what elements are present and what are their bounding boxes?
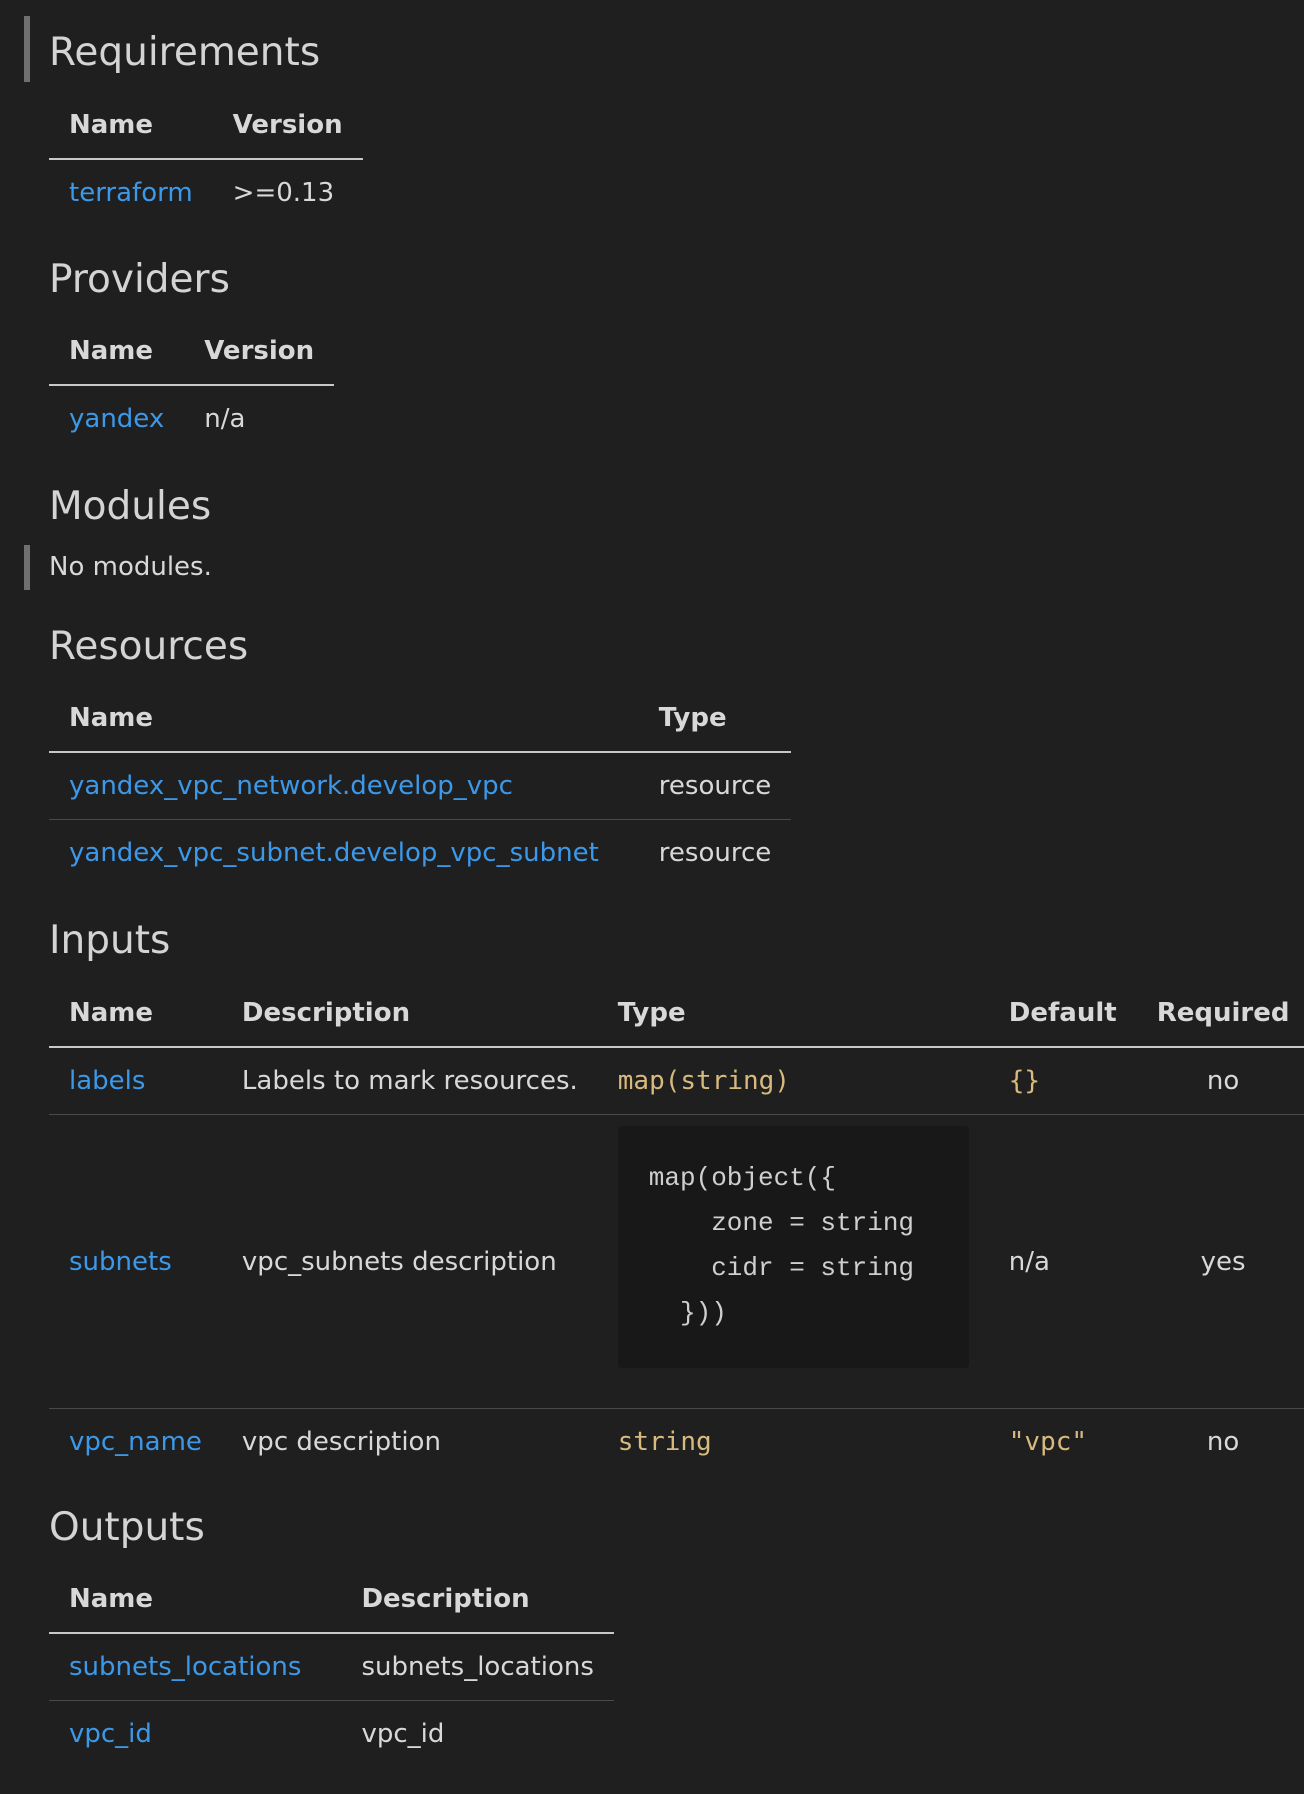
provider-version: n/a — [204, 404, 246, 434]
input-type: map(string) — [617, 1066, 790, 1096]
requirement-name-link[interactable]: terraform — [69, 178, 193, 208]
provider-name-link[interactable]: yandex — [69, 404, 164, 434]
output-name-link[interactable]: vpc_id — [69, 1719, 152, 1749]
table-row: terraform >=0.13 — [49, 159, 363, 226]
input-description: vpc description — [221, 1408, 598, 1475]
column-header-name: Name — [49, 980, 222, 1048]
input-required: yes — [1136, 1114, 1304, 1409]
outputs-heading: Outputs — [49, 1505, 205, 1550]
column-header-name: Name — [49, 318, 185, 386]
inputs-heading: Inputs — [49, 918, 171, 963]
requirements-heading: Requirements — [49, 30, 321, 75]
column-header-description: Description — [221, 980, 598, 1048]
resource-type: resource — [638, 819, 792, 886]
resource-type: resource — [658, 771, 772, 801]
column-header-type: Type — [638, 685, 792, 753]
requirements-heading-bar — [24, 16, 30, 82]
input-type: string — [617, 1427, 712, 1457]
column-header-version: Version — [212, 92, 363, 160]
inputs-table: Name Description Type Default Required l… — [49, 980, 1304, 1475]
input-required: no — [1206, 1066, 1240, 1096]
input-name-link[interactable]: vpc_name — [69, 1427, 202, 1457]
output-description: subnets_locations — [361, 1652, 594, 1682]
table-row: yandex_vpc_network.develop_vpc resource — [49, 752, 791, 820]
table-row: subnets_locations subnets_locations — [49, 1633, 614, 1701]
requirements-table: Name Version terraform >=0.13 — [49, 92, 363, 226]
modules-heading: Modules — [49, 484, 212, 529]
modules-quote-bar — [24, 545, 30, 590]
table-row: yandex n/a — [49, 385, 334, 452]
input-type-code-block: map(object({ zone = string cidr = string… — [617, 1126, 969, 1368]
column-header-name: Name — [49, 1566, 342, 1634]
input-default: "vpc" — [1008, 1427, 1088, 1457]
column-header-required: Required — [1136, 980, 1304, 1048]
requirement-version: >=0.13 — [232, 178, 335, 208]
column-header-name: Name — [49, 685, 639, 753]
output-description: vpc_id — [341, 1700, 614, 1767]
column-header-version: Version — [184, 318, 335, 386]
input-name-link[interactable]: subnets — [69, 1247, 172, 1277]
column-header-type: Type — [597, 980, 989, 1048]
table-row: subnets vpc_subnets description map(obje… — [49, 1114, 1304, 1409]
input-name-link[interactable]: labels — [69, 1066, 145, 1096]
resources-heading: Resources — [49, 624, 249, 669]
resource-name-link[interactable]: yandex_vpc_subnet.develop_vpc_subnet — [69, 838, 599, 868]
table-header-row: Name Version — [49, 92, 363, 160]
table-header-row: Name Type — [49, 685, 792, 753]
table-header-row: Name Version — [49, 318, 335, 386]
providers-heading: Providers — [49, 257, 230, 302]
input-default: {} — [1008, 1066, 1041, 1096]
outputs-table: Name Description subnets_locations subne… — [49, 1566, 614, 1767]
input-default: n/a — [988, 1114, 1137, 1409]
output-name-link[interactable]: subnets_locations — [69, 1652, 301, 1682]
resources-table: Name Type yandex_vpc_network.develop_vpc… — [49, 685, 792, 886]
table-row: yandex_vpc_subnet.develop_vpc_subnet res… — [49, 819, 792, 886]
input-description: vpc_subnets description — [221, 1114, 598, 1409]
column-header-default: Default — [988, 980, 1137, 1048]
table-row: vpc_name vpc description string "vpc" no — [49, 1408, 1304, 1475]
column-header-name: Name — [49, 92, 213, 160]
table-row: vpc_id vpc_id — [49, 1700, 614, 1767]
modules-empty-text: No modules. — [49, 552, 212, 582]
column-header-description: Description — [341, 1566, 614, 1634]
input-description: Labels to mark resources. — [241, 1066, 578, 1096]
resource-name-link[interactable]: yandex_vpc_network.develop_vpc — [69, 771, 513, 801]
table-header-row: Name Description — [49, 1566, 614, 1634]
input-required: no — [1136, 1408, 1304, 1475]
table-row: labels Labels to mark resources. map(str… — [49, 1047, 1304, 1115]
providers-table: Name Version yandex n/a — [49, 318, 335, 452]
table-header-row: Name Description Type Default Required — [49, 980, 1304, 1048]
